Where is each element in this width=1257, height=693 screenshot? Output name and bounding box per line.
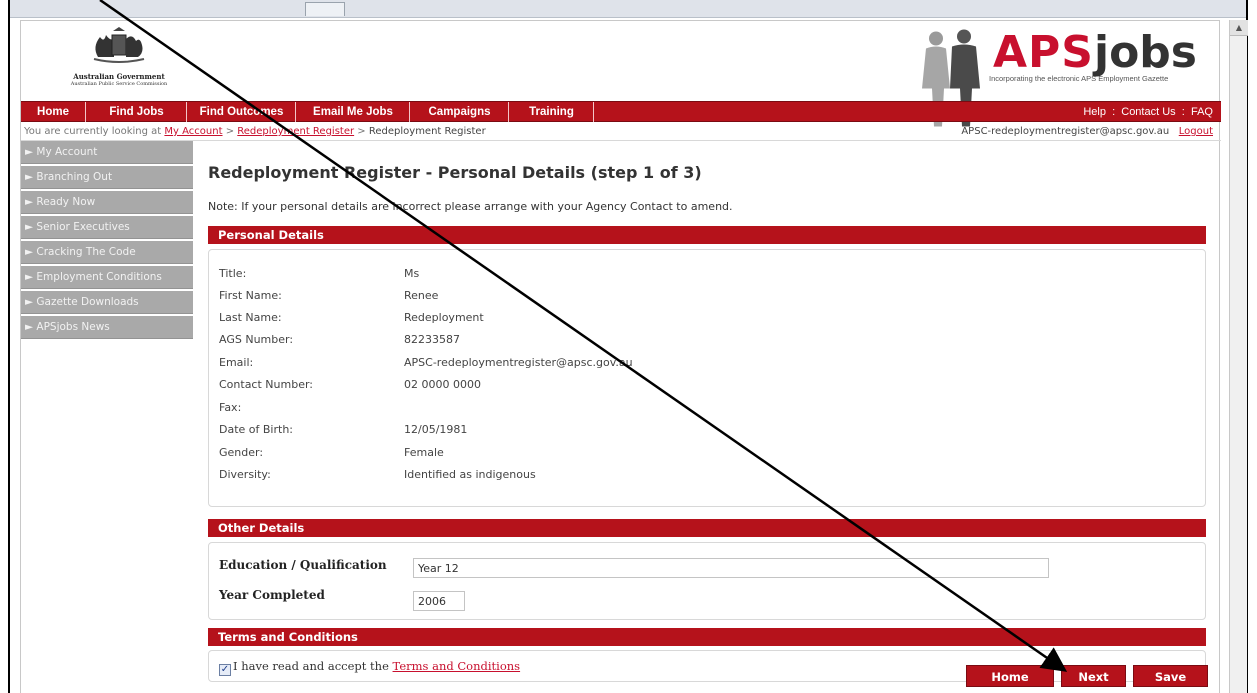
coat-of-arms-icon: [93, 27, 145, 63]
detail-value: Ms: [404, 267, 420, 280]
sidebar-menu: ► My Account ► Branching Out ► Ready Now…: [21, 141, 193, 341]
detail-label: Gender:: [219, 446, 264, 459]
personal-details-box: Title: Ms First Name: Renee Last Name: Rede…: [208, 249, 1206, 507]
detail-label: Diversity:: [219, 468, 271, 481]
terms-box: ✓ I have read and accept the Terms and Co…: [208, 650, 1206, 682]
detail-value: 02 0000 0000: [404, 378, 481, 391]
breadcrumb-prefix: You are currently looking at: [24, 126, 162, 137]
terms-text: I have read and accept the: [233, 659, 389, 673]
detail-value: 82233587: [404, 333, 460, 346]
home-button[interactable]: Home: [966, 665, 1054, 687]
web-page: Australian Government Australian Public …: [20, 20, 1221, 693]
detail-row-fax: Fax:: [219, 401, 241, 414]
save-button[interactable]: Save: [1133, 665, 1208, 687]
detail-row-diversity: Diversity: Identified as indigenous: [219, 468, 536, 481]
year-completed-label: Year Completed: [219, 588, 325, 602]
detail-row-last-name: Last Name: Redeployment: [219, 311, 484, 324]
logout-link[interactable]: Logout: [1179, 126, 1213, 137]
personal-details-heading: Personal Details: [208, 226, 1206, 244]
detail-row-gender: Gender: Female: [219, 446, 444, 459]
sidebar-item-gazette-downloads[interactable]: ► Gazette Downloads: [21, 291, 193, 314]
detail-row-title: Title: Ms: [219, 267, 419, 280]
education-label: Education / Qualification: [219, 558, 387, 572]
breadcrumb-redeployment-register[interactable]: Redeployment Register: [237, 126, 354, 137]
detail-value: APSC-redeploymentregister@apsc.gov.au: [404, 356, 633, 369]
nav-home[interactable]: Home: [21, 102, 86, 122]
sidebar-item-my-account[interactable]: ► My Account: [21, 141, 193, 164]
detail-row-email: Email: APSC-redeploymentregister@apsc.gov…: [219, 356, 633, 369]
terms-link[interactable]: Terms and Conditions: [393, 659, 521, 673]
detail-value: Identified as indigenous: [404, 468, 536, 481]
nav-find-outcomes[interactable]: Find Outcomes: [188, 102, 296, 122]
sidebar-item-senior-executives[interactable]: ► Senior Executives: [21, 216, 193, 239]
logo-jobs-text: jobs: [1094, 27, 1197, 78]
help-separator: :: [1112, 106, 1116, 118]
breadcrumb-current: Redeployment Register: [368, 126, 486, 137]
help-separator: :: [1181, 106, 1185, 118]
detail-value: Renee: [404, 289, 439, 302]
detail-row-first-name: First Name: Renee: [219, 289, 438, 302]
detail-label: Last Name:: [219, 311, 282, 324]
other-details-heading: Other Details: [208, 519, 1206, 537]
education-input[interactable]: Year 12: [413, 558, 1049, 578]
detail-value: Female: [404, 446, 444, 459]
breadcrumb-trail: You are currently looking at My Account …: [24, 123, 486, 140]
detail-value: 12/05/1981: [404, 423, 468, 436]
apsjobs-logo[interactable]: APSjobs Incorporating the electronic APS…: [989, 27, 1197, 83]
faq-link[interactable]: FAQ: [1191, 106, 1213, 118]
government-crest: Australian Government Australian Public …: [59, 27, 179, 87]
sidebar-item-branching-out[interactable]: ► Branching Out: [21, 166, 193, 189]
detail-label: Date of Birth:: [219, 423, 294, 436]
detail-label: Fax:: [219, 401, 242, 414]
page-note: Note: If your personal details are incor…: [208, 200, 733, 213]
account-info: APSC-redeploymentregister@apsc.gov.au Lo…: [961, 123, 1213, 140]
nav-find-jobs[interactable]: Find Jobs: [87, 102, 187, 122]
page-title: Redeployment Register - Personal Details…: [208, 163, 702, 182]
terms-checkbox[interactable]: ✓: [219, 664, 231, 676]
detail-value: Redeployment: [404, 311, 484, 324]
breadcrumb: You are currently looking at My Account …: [21, 123, 1221, 141]
logo-tagline: Incorporating the electronic APS Employm…: [989, 74, 1169, 83]
year-completed-input[interactable]: 2006: [413, 591, 465, 611]
help-link[interactable]: Help: [1083, 106, 1106, 118]
detail-label: Title:: [219, 267, 247, 280]
commission-name: Australian Public Service Commission: [70, 81, 168, 87]
terms-heading: Terms and Conditions: [208, 628, 1206, 646]
detail-label: Email:: [219, 356, 254, 369]
detail-label: AGS Number:: [219, 333, 294, 346]
sidebar-item-cracking-the-code[interactable]: ► Cracking The Code: [21, 241, 193, 264]
contact-us-link[interactable]: Contact Us: [1121, 106, 1175, 118]
other-details-box: Education / Qualification Year 12 Year C…: [208, 542, 1206, 620]
next-button[interactable]: Next: [1061, 665, 1126, 687]
breadcrumb-my-account[interactable]: My Account: [164, 126, 222, 137]
detail-row-date-of-birth: Date of Birth: 12/05/1981: [219, 423, 467, 436]
sidebar-item-ready-now[interactable]: ► Ready Now: [21, 191, 193, 214]
breadcrumb-separator: >: [225, 126, 235, 137]
site-header: Australian Government Australian Public …: [21, 21, 1221, 127]
detail-row-ags-number: AGS Number: 82233587: [219, 333, 460, 346]
help-links: Help : Contact Us : FAQ: [1083, 102, 1213, 122]
detail-label: Contact Number:: [219, 378, 313, 391]
nav-email-me-jobs[interactable]: Email Me Jobs: [297, 102, 410, 122]
government-name: Australian Government: [73, 72, 165, 81]
detail-row-contact-number: Contact Number: 02 0000 0000: [219, 378, 481, 391]
terms-row: ✓ I have read and accept the Terms and Co…: [219, 659, 520, 676]
scroll-up-icon[interactable]: ▲: [1230, 20, 1248, 36]
main-nav: Home Find Jobs Find Outcomes Email Me Jo…: [21, 101, 1221, 122]
sidebar-item-apsjobs-news[interactable]: ► APSjobs News: [21, 316, 193, 339]
breadcrumb-separator: >: [357, 126, 366, 137]
user-email: APSC-redeploymentregister@apsc.gov.au: [961, 126, 1170, 137]
logo-aps-text: APS: [993, 27, 1094, 78]
sidebar-item-employment-conditions[interactable]: ► Employment Conditions: [21, 266, 193, 289]
vertical-scrollbar[interactable]: ▲: [1229, 20, 1248, 693]
nav-training[interactable]: Training: [510, 102, 594, 122]
nav-campaigns[interactable]: Campaigns: [411, 102, 509, 122]
detail-label: First Name:: [219, 289, 282, 302]
